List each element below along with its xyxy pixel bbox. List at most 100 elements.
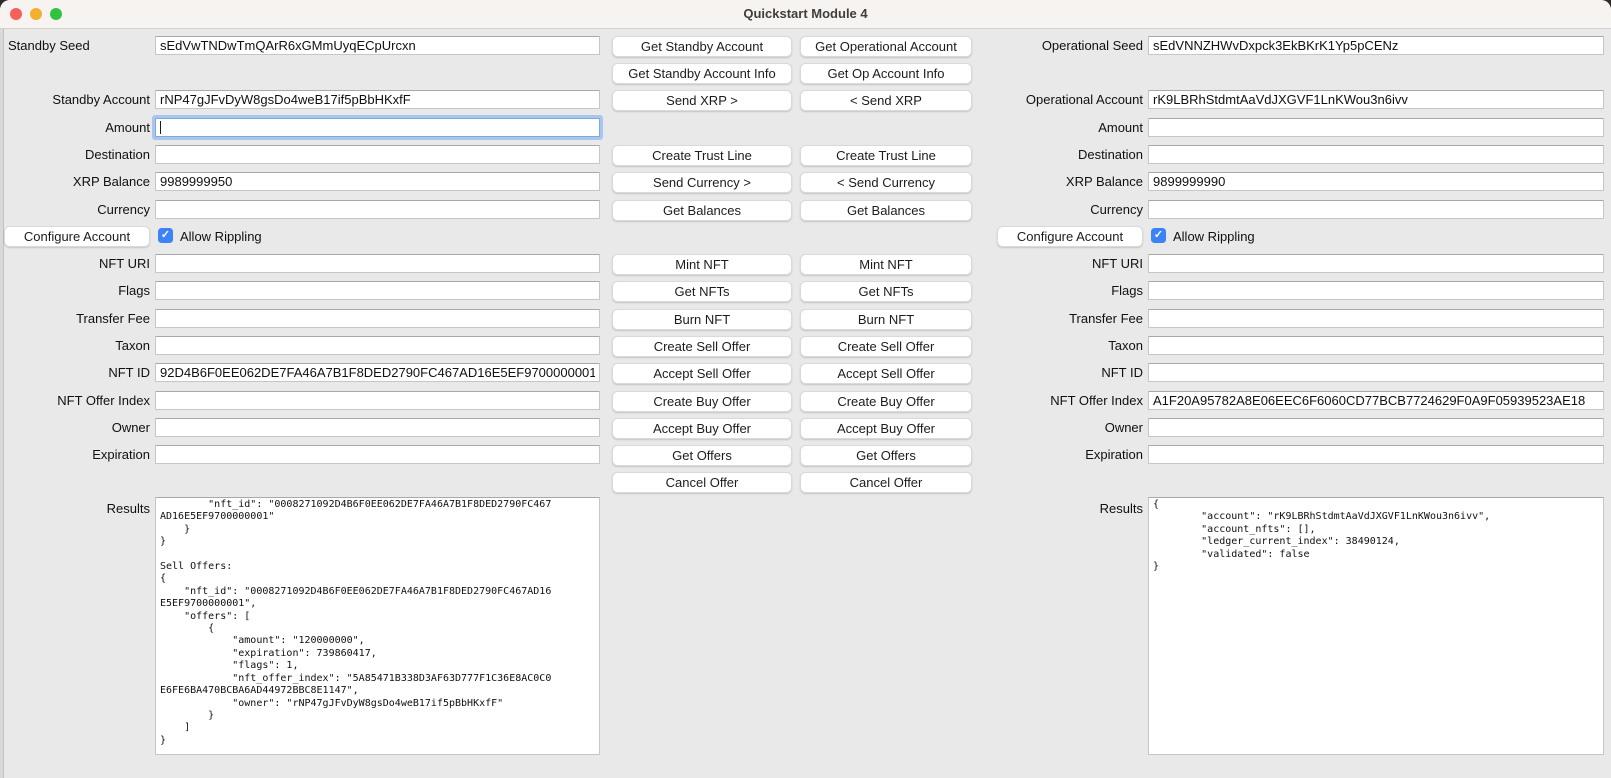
standby-results-textarea[interactable]: "nft_id": "0008271092D4B6F0EE062DE7FA46A… xyxy=(155,497,600,755)
standby-transfer-fee-field[interactable] xyxy=(155,309,600,328)
window-title: Quickstart Module 4 xyxy=(0,0,1611,28)
standby-nft-uri-label: NFT URI xyxy=(4,254,150,273)
standby-accept-sell-offer-button[interactable]: Accept Sell Offer xyxy=(612,363,792,384)
op-get-nfts-button[interactable]: Get NFTs xyxy=(800,281,972,302)
operational-xrp-balance-field[interactable] xyxy=(1148,172,1604,191)
standby-create-sell-offer-button[interactable]: Create Sell Offer xyxy=(612,336,792,357)
standby-create-buy-offer-button[interactable]: Create Buy Offer xyxy=(612,391,792,412)
op-send-xrp-button[interactable]: < Send XRP xyxy=(800,90,972,111)
standby-transfer-fee-label: Transfer Fee xyxy=(4,309,150,328)
operational-results-textarea[interactable]: { "account": "rK9LBRhStdmtAaVdJXGVF1LnKW… xyxy=(1148,497,1604,755)
operational-amount-label: Amount xyxy=(958,118,1143,137)
standby-destination-label: Destination xyxy=(4,145,150,164)
standby-seed-field[interactable] xyxy=(155,36,600,55)
op-accept-buy-offer-button[interactable]: Accept Buy Offer xyxy=(800,418,972,439)
standby-nft-uri-field[interactable] xyxy=(155,254,600,273)
standby-get-offers-button[interactable]: Get Offers xyxy=(612,445,792,466)
standby-taxon-label: Taxon xyxy=(4,336,150,355)
operational-nft-offer-index-field[interactable] xyxy=(1148,391,1604,410)
standby-owner-label: Owner xyxy=(4,418,150,437)
operational-results-label: Results xyxy=(958,499,1143,518)
operational-nft-id-label: NFT ID xyxy=(958,363,1143,382)
op-burn-nft-button[interactable]: Burn NFT xyxy=(800,309,972,330)
operational-transfer-fee-label: Transfer Fee xyxy=(958,309,1143,328)
standby-send-xrp-button[interactable]: Send XRP > xyxy=(612,90,792,111)
op-create-buy-offer-button[interactable]: Create Buy Offer xyxy=(800,391,972,412)
operational-seed-field[interactable] xyxy=(1148,36,1604,55)
standby-expiration-label: Expiration xyxy=(4,445,150,464)
operational-currency-label: Currency xyxy=(958,200,1143,219)
standby-get-balances-button[interactable]: Get Balances xyxy=(612,200,792,221)
op-get-balances-button[interactable]: Get Balances xyxy=(800,200,972,221)
standby-results-label: Results xyxy=(4,499,150,518)
get-operational-account-button[interactable]: Get Operational Account xyxy=(800,36,972,57)
standby-destination-field[interactable] xyxy=(155,145,600,164)
operational-amount-field[interactable] xyxy=(1148,118,1604,137)
op-mint-nft-button[interactable]: Mint NFT xyxy=(800,254,972,275)
operational-destination-field[interactable] xyxy=(1148,145,1604,164)
standby-mint-nft-button[interactable]: Mint NFT xyxy=(612,254,792,275)
standby-xrp-balance-label: XRP Balance xyxy=(4,172,150,191)
operational-transfer-fee-field[interactable] xyxy=(1148,309,1604,328)
operational-flags-field[interactable] xyxy=(1148,281,1604,300)
op-configure-account-button[interactable]: Configure Account xyxy=(997,226,1143,247)
standby-flags-field[interactable] xyxy=(155,281,600,300)
standby-create-trust-line-button[interactable]: Create Trust Line xyxy=(612,145,792,166)
operational-nft-id-field[interactable] xyxy=(1148,363,1604,382)
standby-allow-rippling-label: Allow Rippling xyxy=(180,227,262,246)
get-standby-account-info-button[interactable]: Get Standby Account Info xyxy=(612,63,792,84)
get-op-account-info-button[interactable]: Get Op Account Info xyxy=(800,63,972,84)
standby-nft-id-field[interactable] xyxy=(155,363,600,382)
standby-accept-buy-offer-button[interactable]: Accept Buy Offer xyxy=(612,418,792,439)
standby-seed-label: Standby Seed xyxy=(8,36,152,55)
standby-get-nfts-button[interactable]: Get NFTs xyxy=(612,281,792,302)
standby-burn-nft-button[interactable]: Burn NFT xyxy=(612,309,792,330)
standby-amount-field[interactable] xyxy=(155,118,600,137)
op-allow-rippling-checkbox[interactable]: ✓ xyxy=(1151,228,1166,243)
op-send-currency-button[interactable]: < Send Currency xyxy=(800,172,972,193)
standby-expiration-field[interactable] xyxy=(155,445,600,464)
operational-taxon-label: Taxon xyxy=(958,336,1143,355)
standby-taxon-field[interactable] xyxy=(155,336,600,355)
operational-owner-field[interactable] xyxy=(1148,418,1604,437)
operational-nft-uri-label: NFT URI xyxy=(958,254,1143,273)
op-create-sell-offer-button[interactable]: Create Sell Offer xyxy=(800,336,972,357)
standby-currency-label: Currency xyxy=(4,200,150,219)
standby-account-field[interactable] xyxy=(155,90,600,109)
op-get-offers-button[interactable]: Get Offers xyxy=(800,445,972,466)
operational-seed-label: Operational Seed xyxy=(958,36,1143,55)
op-create-trust-line-button[interactable]: Create Trust Line xyxy=(800,145,972,166)
standby-account-label: Standby Account xyxy=(4,90,150,109)
operational-expiration-label: Expiration xyxy=(958,445,1143,464)
standby-nft-offer-index-label: NFT Offer Index xyxy=(4,391,150,410)
operational-flags-label: Flags xyxy=(958,281,1143,300)
operational-nft-uri-field[interactable] xyxy=(1148,254,1604,273)
standby-currency-field[interactable] xyxy=(155,200,600,219)
standby-flags-label: Flags xyxy=(4,281,150,300)
standby-allow-rippling-checkbox[interactable]: ✓ xyxy=(158,228,173,243)
standby-configure-account-button[interactable]: Configure Account xyxy=(4,226,150,247)
standby-amount-label: Amount xyxy=(4,118,150,137)
operational-owner-label: Owner xyxy=(958,418,1143,437)
operational-currency-field[interactable] xyxy=(1148,200,1604,219)
standby-nft-offer-index-field[interactable] xyxy=(155,391,600,410)
standby-nft-id-label: NFT ID xyxy=(4,363,150,382)
operational-destination-label: Destination xyxy=(958,145,1143,164)
op-allow-rippling-label: Allow Rippling xyxy=(1173,227,1255,246)
standby-send-currency-button[interactable]: Send Currency > xyxy=(612,172,792,193)
titlebar: Quickstart Module 4 xyxy=(0,0,1611,29)
op-cancel-offer-button[interactable]: Cancel Offer xyxy=(800,472,972,493)
operational-account-field[interactable] xyxy=(1148,90,1604,109)
operational-xrp-balance-label: XRP Balance xyxy=(958,172,1143,191)
operational-taxon-field[interactable] xyxy=(1148,336,1604,355)
operational-nft-offer-index-label: NFT Offer Index xyxy=(958,391,1143,410)
standby-xrp-balance-field[interactable] xyxy=(155,172,600,191)
standby-cancel-offer-button[interactable]: Cancel Offer xyxy=(612,472,792,493)
op-accept-sell-offer-button[interactable]: Accept Sell Offer xyxy=(800,363,972,384)
operational-account-label: Operational Account xyxy=(958,90,1143,109)
standby-owner-field[interactable] xyxy=(155,418,600,437)
operational-expiration-field[interactable] xyxy=(1148,445,1604,464)
text-cursor xyxy=(160,121,161,134)
app-window: Quickstart Module 4 Standby Seed Standby… xyxy=(0,0,1611,778)
get-standby-account-button[interactable]: Get Standby Account xyxy=(612,36,792,57)
